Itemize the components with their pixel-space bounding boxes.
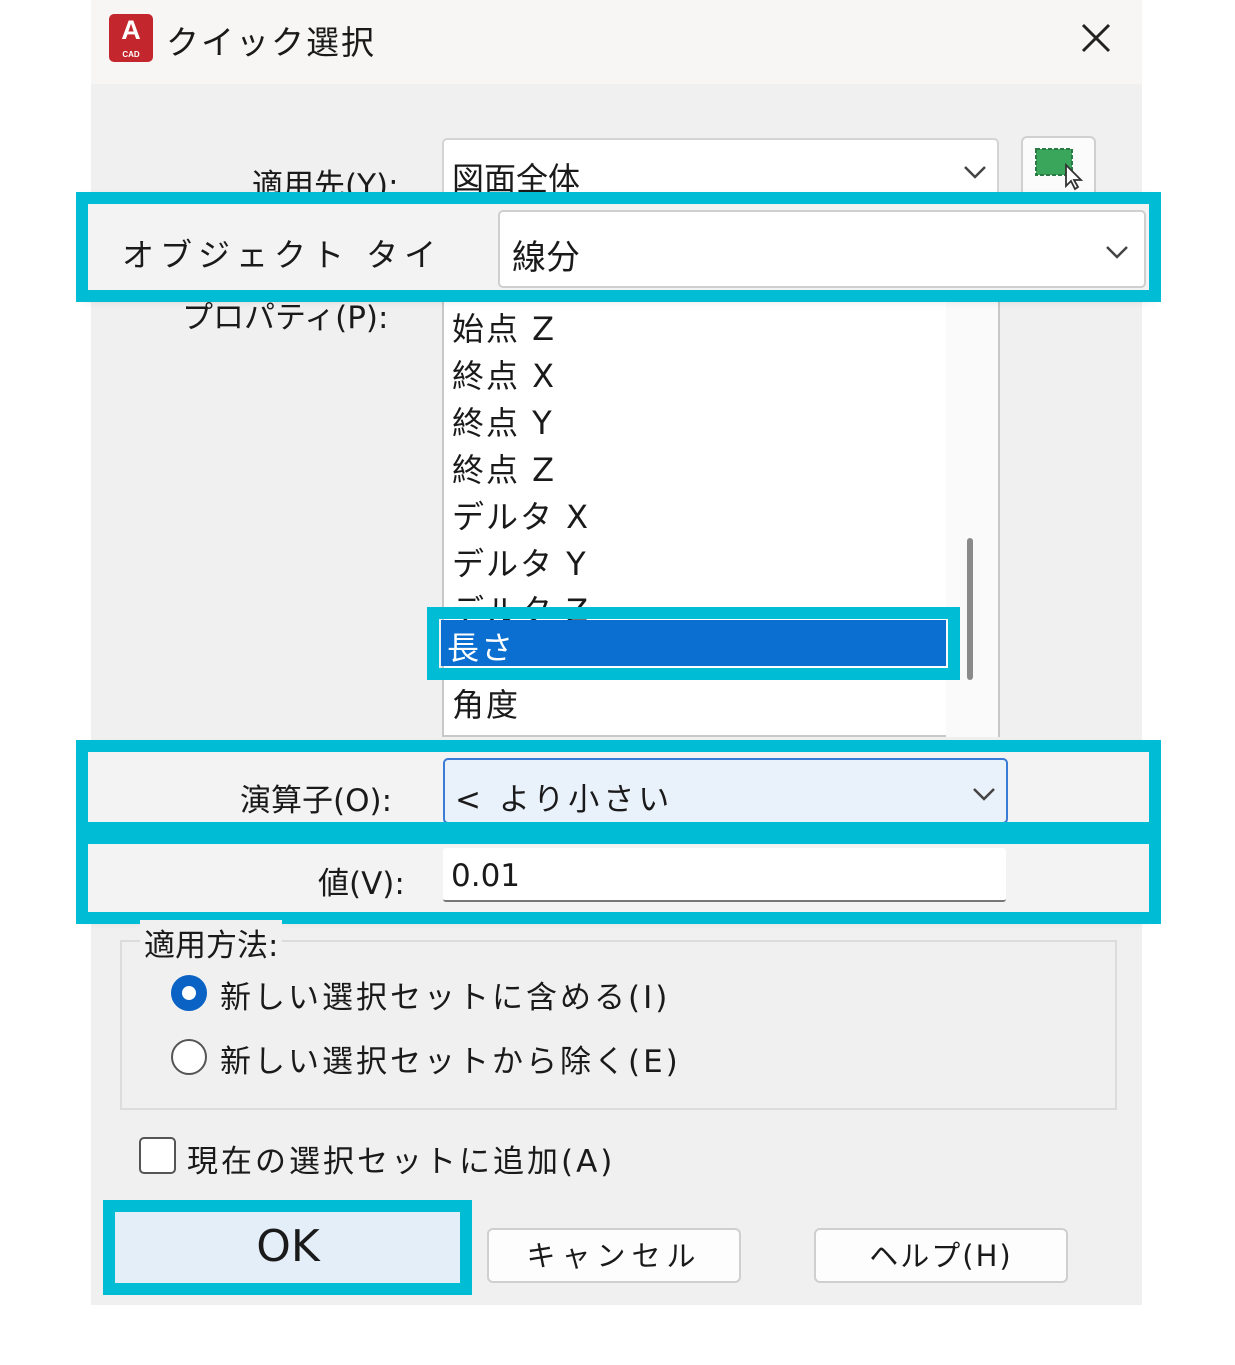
window-title: クイック選択 <box>166 23 376 62</box>
exclude-radio-label[interactable]: 新しい選択セットから除く(E) <box>220 1036 681 1081</box>
scrollbar-thumb[interactable] <box>967 538 973 680</box>
highlight-selected-property <box>427 607 960 680</box>
select-objects-icon <box>1035 148 1084 191</box>
list-item[interactable]: デルタ X <box>452 492 590 538</box>
highlight-object-type <box>76 192 1161 302</box>
highlight-ok <box>103 1200 472 1295</box>
exclude-radio[interactable] <box>171 1039 207 1075</box>
list-item[interactable]: 始点 Z <box>452 304 556 350</box>
apply-method-group <box>120 940 1117 1110</box>
list-item[interactable]: 終点 Z <box>452 445 556 491</box>
append-checkbox-label[interactable]: 現在の選択セットに追加(A) <box>187 1136 615 1181</box>
apply-method-label: 適用方法: <box>140 920 283 965</box>
select-objects-button[interactable] <box>1021 136 1096 198</box>
list-item[interactable]: 角度 <box>452 680 520 726</box>
close-icon <box>1081 23 1111 53</box>
autocad-app-icon: A CAD <box>109 14 153 62</box>
app-icon-letter: A <box>121 15 141 45</box>
chevron-down-icon <box>964 166 986 179</box>
highlight-value <box>76 832 1161 924</box>
highlight-operator <box>76 740 1161 834</box>
cancel-button[interactable]: キャンセル <box>487 1228 741 1283</box>
list-item[interactable]: 終点 Y <box>452 398 554 444</box>
list-item[interactable]: デルタ Y <box>452 539 588 585</box>
app-icon-sub: CAD <box>122 50 140 59</box>
include-radio[interactable] <box>171 975 207 1011</box>
append-checkbox[interactable] <box>139 1137 176 1174</box>
include-radio-label[interactable]: 新しい選択セットに含める(I) <box>220 972 670 1017</box>
apply-to-dropdown[interactable]: 図面全体 <box>442 138 999 200</box>
close-button[interactable] <box>1072 14 1120 62</box>
list-item[interactable]: 終点 X <box>452 351 556 397</box>
help-button[interactable]: ヘルプ(H) <box>814 1228 1068 1283</box>
